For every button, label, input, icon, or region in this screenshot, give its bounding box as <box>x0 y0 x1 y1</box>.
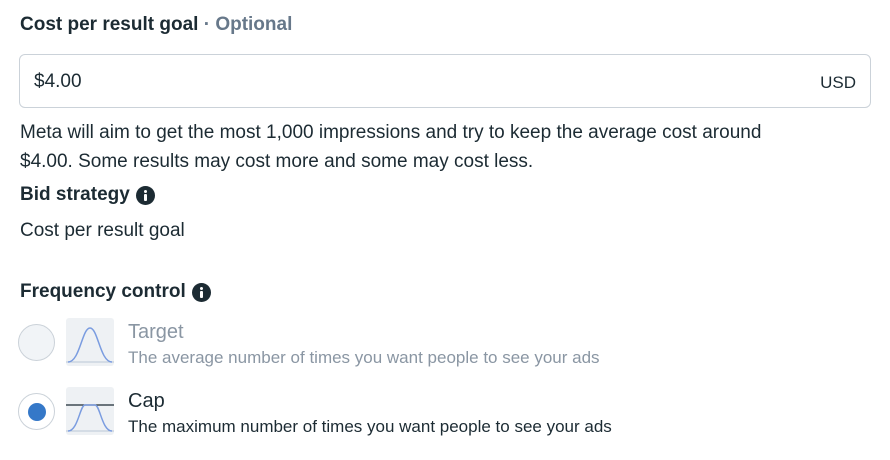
bid-strategy-value: Cost per result goal <box>20 220 185 241</box>
cost-goal-value[interactable]: $4.00 <box>34 71 82 93</box>
help-line-2: $4.00. Some results may cost more and so… <box>20 151 534 172</box>
option-description: The average number of times you want peo… <box>128 348 600 367</box>
option-title: Cap <box>128 390 165 412</box>
cost-goal-help-text: Meta will aim to get the most 1,000 impr… <box>20 118 882 176</box>
capped-curve-icon <box>66 387 114 435</box>
info-icon[interactable] <box>135 185 155 205</box>
cost-goal-input[interactable]: $4.00 USD <box>19 54 871 108</box>
bid-strategy-title: Bid strategy <box>20 184 130 205</box>
frequency-control-heading: Frequency control <box>20 281 211 303</box>
bell-curve-icon <box>66 318 114 366</box>
bid-strategy-heading: Bid strategy <box>20 184 155 206</box>
info-icon[interactable] <box>191 282 211 302</box>
optional-tag: Optional <box>215 14 293 35</box>
cost-goal-label-text: Cost per result goal <box>20 14 199 35</box>
option-description: The maximum number of times you want peo… <box>128 417 612 436</box>
help-line-1: Meta will aim to get the most 1,000 impr… <box>20 122 762 143</box>
cap-radio[interactable] <box>18 393 55 430</box>
option-title: Target <box>128 321 184 343</box>
frequency-option-target[interactable]: Target The average number of times you w… <box>18 318 878 370</box>
cost-bid-settings-panel: Cost per result goal · Optional $4.00 US… <box>0 0 890 460</box>
frequency-option-cap[interactable]: Cap The maximum number of times you want… <box>18 387 878 439</box>
target-radio[interactable] <box>18 324 55 361</box>
label-separator: · <box>203 14 211 35</box>
cost-goal-label: Cost per result goal · Optional <box>20 14 292 36</box>
frequency-control-title: Frequency control <box>20 281 186 302</box>
currency-suffix: USD <box>820 73 856 92</box>
